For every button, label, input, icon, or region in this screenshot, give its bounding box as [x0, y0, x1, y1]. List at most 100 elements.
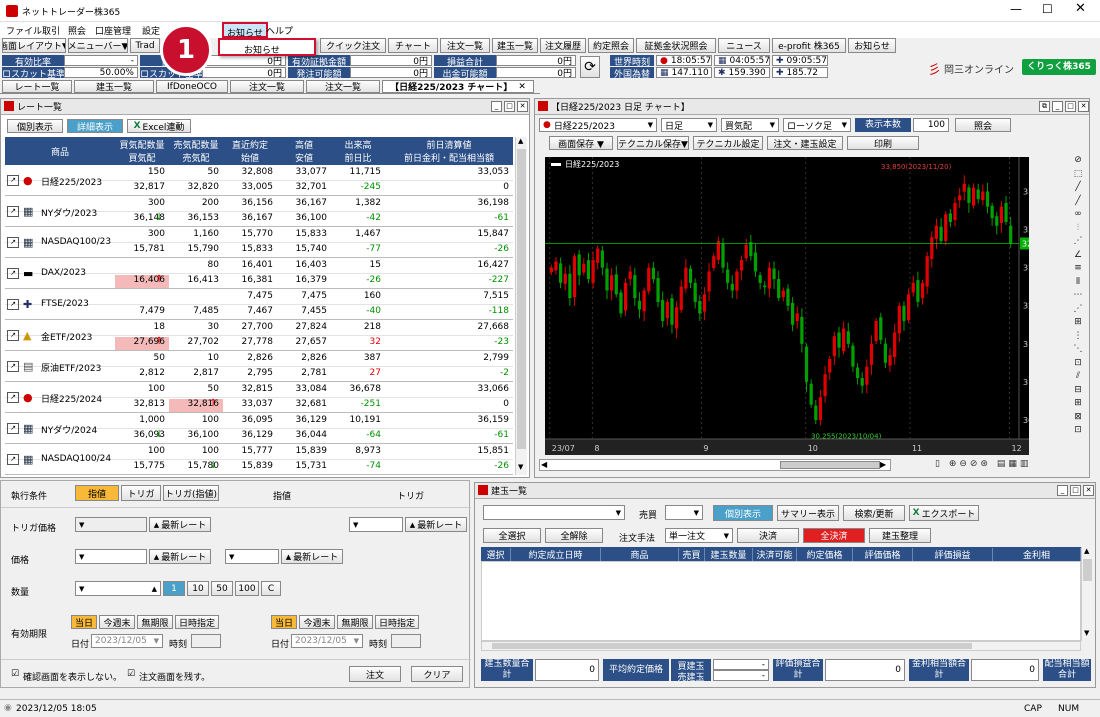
drawing-tool-icon[interactable]: ⋱ [1071, 344, 1085, 356]
close-icon[interactable]: ✕ [1075, 1, 1086, 16]
maximize-icon[interactable]: □ [1065, 101, 1076, 112]
expiry2-week-button[interactable]: 今週末 [299, 615, 335, 629]
expiry-today-button[interactable]: 当日 [71, 615, 97, 629]
expiry2-unlimited-button[interactable]: 無期限 [337, 615, 373, 629]
select-all-button[interactable]: 全選択 [483, 528, 541, 543]
order-history-button[interactable]: 注文履歴 [540, 38, 586, 53]
scroll-thumb[interactable] [517, 149, 526, 449]
technical-settings-button[interactable]: テクニカル設定 [693, 136, 763, 150]
screen-save-button[interactable]: 画面保存 ▼ [549, 136, 613, 150]
trigger-col-input[interactable]: ▼ [349, 517, 403, 532]
qty-10-button[interactable]: 10 [187, 581, 209, 596]
chart-icon[interactable]: ↗ [7, 454, 19, 465]
tab-position-list[interactable]: 建玉一覧 [74, 80, 154, 93]
exec-trigger-limit-button[interactable]: トリガ(指値) [163, 485, 219, 501]
column-header[interactable]: 約定価格 [797, 548, 853, 561]
column-header[interactable]: 商品 [601, 548, 679, 561]
drawing-tool-icon[interactable]: ╱ [1071, 182, 1085, 194]
drawing-tool-icon[interactable]: ⋮ [1071, 331, 1085, 343]
drawing-tool-icon[interactable]: ⊘ [1071, 155, 1085, 167]
price-limit-latest-button[interactable]: ▲ 最新レート [281, 549, 343, 564]
chart-product-select[interactable]: ● 日経225/2023 ▼ [539, 118, 657, 132]
tab-close-icon[interactable]: ✕ [518, 82, 526, 92]
tab-ifdoneoco[interactable]: IfDoneOCO [156, 80, 228, 93]
scroll-thumb[interactable] [780, 461, 880, 469]
expiry-week-button[interactable]: 今週末 [99, 615, 135, 629]
close-icon[interactable]: ✕ [517, 101, 528, 112]
drawing-tool-icon[interactable]: ╱ [1071, 196, 1085, 208]
position-hscroll[interactable] [481, 641, 1081, 651]
expiry-datetime-button[interactable]: 日時指定 [175, 615, 219, 629]
scroll-thumb[interactable] [1083, 559, 1092, 581]
notice-button[interactable]: お知らせ [848, 38, 896, 53]
menu-trade[interactable]: 取引 [42, 24, 60, 37]
minimize-icon[interactable]: — [1010, 2, 1022, 16]
menu-help[interactable]: ヘルプ [266, 24, 293, 37]
confirm-checkbox[interactable]: ☑ [11, 669, 19, 679]
minimize-icon[interactable]: _ [1052, 101, 1063, 112]
menu-file[interactable]: ファイル [6, 24, 42, 37]
detail-view-button[interactable]: 詳細表示 [67, 119, 123, 133]
margin-button[interactable]: 証拠金状況照会 [636, 38, 716, 53]
print-button[interactable]: 印刷 [847, 136, 919, 150]
refresh-button[interactable]: ⟳ [580, 56, 600, 78]
trade-button[interactable]: Trad [130, 38, 160, 53]
exec-limit-button[interactable]: 指値 [75, 485, 119, 501]
chart-icon[interactable]: ↗ [7, 361, 19, 372]
close-icon[interactable]: ✕ [1078, 101, 1089, 112]
chart-side-select[interactable]: 買気配 ▼ [721, 118, 779, 132]
price-latest-rate-button[interactable]: ▲ 最新レート [149, 549, 211, 564]
count-input[interactable]: 100 [913, 118, 949, 132]
qty-100-button[interactable]: 100 [235, 581, 259, 596]
side-select[interactable]: ▼ [665, 505, 703, 520]
order-button[interactable]: 注文 [349, 666, 401, 682]
price-limit-input[interactable]: ▼ [225, 549, 279, 564]
excel-link-button[interactable]: X Excel連動 [127, 119, 191, 133]
product-filter-select[interactable]: ▼ [483, 505, 625, 520]
qty-1-button[interactable]: 1 [163, 581, 185, 596]
close-icon[interactable]: ✕ [1083, 485, 1094, 496]
drawing-tool-icon[interactable]: ⫽ [1071, 371, 1085, 383]
menubar-button[interactable]: メニューバー▼ [68, 38, 128, 53]
maximize-icon[interactable]: ☐ [1042, 2, 1053, 16]
chart-type-select[interactable]: ローソク足 ▼ [783, 118, 851, 132]
drawing-tool-icon[interactable]: ⊠ [1071, 412, 1085, 424]
dropdown-item-notice[interactable]: お知らせ [244, 43, 280, 56]
qty-input[interactable]: ▼ ▲ [75, 581, 161, 596]
drawing-tool-icon[interactable]: ⋰ [1071, 304, 1085, 316]
tab-rate-list[interactable]: レート一覧 [2, 80, 72, 93]
qty-50-button[interactable]: 50 [211, 581, 233, 596]
menu-account[interactable]: 口座管理 [95, 24, 131, 37]
scroll-down-icon[interactable]: ▼ [1084, 629, 1089, 637]
eprofit-button[interactable]: e-profit 株365 [772, 38, 846, 53]
tab-order-list-2[interactable]: 注文一覧 [306, 80, 380, 93]
drawing-tool-icon[interactable]: ≡ [1071, 263, 1085, 275]
contract-button[interactable]: 約定照会 [588, 38, 634, 53]
pos-individual-button[interactable]: 個別表示 [713, 505, 773, 521]
price-input[interactable]: ▼ [75, 549, 147, 564]
chart-hscroll[interactable]: ◀ ▶ [539, 459, 891, 471]
candlestick-chart[interactable]: 33500 33000 32500 32000 31500 31000 30500 23/07… [545, 157, 1029, 455]
chart-icon[interactable]: ↗ [7, 299, 19, 310]
scroll-down-icon[interactable]: ▼ [518, 463, 523, 471]
scroll-up-icon[interactable]: ▲ [518, 137, 523, 145]
news-button[interactable]: ニュース [718, 38, 770, 53]
minimize-icon[interactable]: _ [1057, 485, 1068, 496]
column-header[interactable]: 評価損益 [913, 548, 993, 561]
time2-input[interactable] [391, 634, 421, 648]
order-list-button[interactable]: 注文一覧 [440, 38, 490, 53]
export-button[interactable]: X エクスポート [909, 505, 979, 521]
chart-icon[interactable]: ↗ [7, 330, 19, 341]
clear-button[interactable]: クリア [411, 666, 463, 682]
drawing-tool-icon[interactable]: ⊡ [1071, 425, 1085, 437]
quick-order-button[interactable]: クイック注文 [320, 38, 386, 53]
column-header[interactable]: 決済可能 [753, 548, 797, 561]
column-header[interactable]: 売買 [679, 548, 705, 561]
settle-all-button[interactable]: 全決済 [803, 528, 865, 543]
scroll-right-icon[interactable]: ▶ [880, 460, 886, 469]
rate-scrollbar[interactable]: ▲ ▼ [515, 137, 527, 475]
drawing-tool-icon[interactable]: ⫶ [1071, 223, 1085, 235]
chart-icon[interactable]: ↗ [7, 268, 19, 279]
deselect-all-button[interactable]: 全解除 [545, 528, 603, 543]
drawing-tool-icon[interactable]: ⬚ [1071, 169, 1085, 181]
